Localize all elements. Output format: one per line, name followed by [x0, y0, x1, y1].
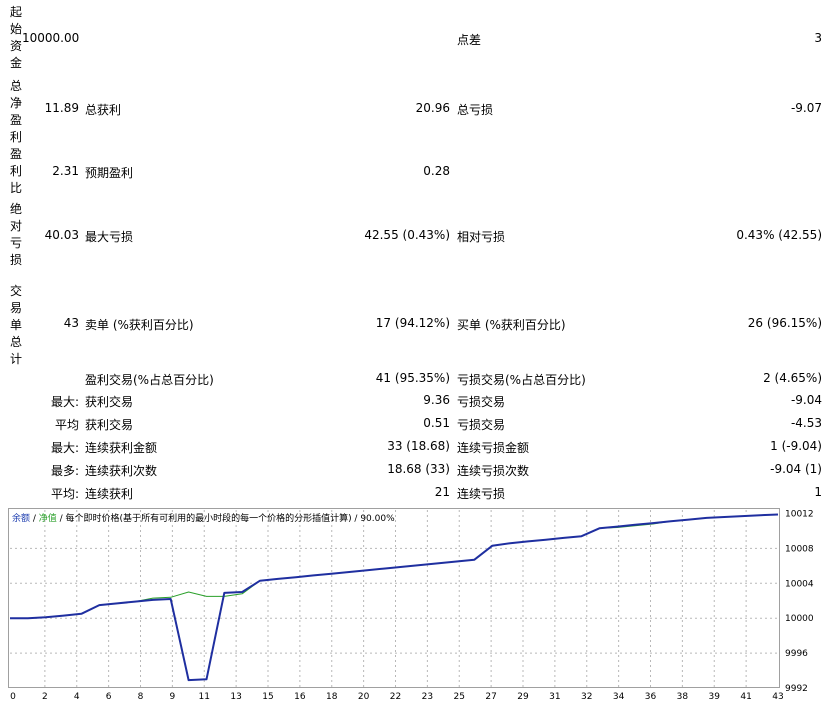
- short-positions-label: 卖单 (%获利百分比): [85, 318, 194, 332]
- x-tick-label: 11: [199, 692, 210, 702]
- max-consec-loss-amount-label: 连续亏损金额: [457, 441, 530, 455]
- avg-consec-win-label: 连续获利: [85, 487, 134, 501]
- gross-loss-label: 总亏损: [457, 103, 494, 117]
- y-tick-label: 10004: [785, 579, 814, 589]
- initial-deposit-value: 10000.00: [22, 31, 80, 45]
- largest-profit-value: 9.36: [423, 393, 450, 407]
- max-consec-amount-prefix: 最大:: [50, 441, 79, 455]
- avg-consec-prefix: 平均:: [50, 487, 79, 501]
- spread-value: 3: [814, 31, 822, 45]
- max-consec-win-count-label: 连续获利次数: [85, 464, 158, 478]
- largest-prefix: 最大:: [50, 395, 79, 409]
- avg-consec-loss-value: 1: [814, 485, 822, 499]
- max-consec-loss-count-value: -9.04 (1): [770, 462, 822, 476]
- average-loss-label: 亏损交易: [457, 418, 506, 432]
- profit-trades-value: 41 (95.35%): [375, 371, 450, 385]
- max-consec-win-count-value: 18.68 (33): [387, 462, 450, 476]
- max-consec-loss-amount-value: 1 (-9.04): [770, 439, 822, 453]
- label-total-net-profit: 总净盈利: [9, 79, 22, 144]
- gross-profit-label: 总获利: [85, 103, 122, 117]
- avg-consec-loss-label: 连续亏损: [457, 487, 506, 501]
- spread-label: 点差: [457, 33, 482, 47]
- average-profit-value: 0.51: [423, 416, 450, 430]
- label-total-trades: 交易单总计: [9, 284, 22, 366]
- x-tick-label: 34: [613, 692, 625, 702]
- x-tick-label: 9: [170, 692, 176, 702]
- x-tick-label: 29: [517, 692, 529, 702]
- expected-payoff-label: 预期盈利: [85, 166, 134, 180]
- x-tick-label: 0: [10, 692, 16, 702]
- y-tick-label: 9996: [785, 649, 808, 659]
- x-tick-label: 13: [230, 692, 241, 702]
- y-tick-label: 9992: [785, 684, 808, 694]
- legend-equity: 净值: [38, 514, 57, 524]
- average-prefix: 平均: [54, 418, 79, 432]
- x-tick-label: 36: [645, 692, 657, 702]
- profit-factor-value: 2.31: [52, 164, 79, 178]
- loss-trades-value: 2 (4.65%): [763, 371, 822, 385]
- largest-profit-label: 获利交易: [85, 395, 134, 409]
- y-tick-label: 10008: [785, 544, 814, 554]
- legend-sep: /: [30, 514, 39, 524]
- x-tick-label: 39: [709, 692, 721, 702]
- x-tick-label: 41: [740, 692, 751, 702]
- max-consec-win-amount-label: 连续获利金额: [85, 441, 158, 455]
- label-profit-factor: 盈利比: [9, 147, 22, 195]
- y-tick-label: 10000: [785, 614, 814, 624]
- x-tick-label: 32: [581, 692, 592, 702]
- average-loss-value: -4.53: [790, 416, 822, 430]
- short-positions-value: 17 (94.12%): [375, 316, 450, 330]
- largest-loss-value: -9.04: [790, 393, 822, 407]
- max-consec-win-amount-value: 33 (18.68): [387, 439, 450, 453]
- gross-profit-value: 20.96: [415, 101, 450, 115]
- max-consec-loss-count-label: 连续亏损次数: [457, 464, 530, 478]
- x-tick-label: 25: [454, 692, 465, 702]
- x-tick-label: 27: [485, 692, 496, 702]
- x-tick-label: 2: [42, 692, 48, 702]
- legend-description: / 每个即时价格(基于所有可利用的最小时段的每一个价格的分形插值计算) / 90…: [56, 514, 395, 524]
- profit-trades-label: 盈利交易(%占总百分比): [85, 373, 214, 387]
- x-tick-label: 8: [138, 692, 144, 702]
- max-consec-count-prefix: 最多:: [50, 464, 79, 478]
- x-tick-label: 16: [294, 692, 306, 702]
- x-tick-label: 23: [422, 692, 433, 702]
- maximal-drawdown-label: 最大亏损: [85, 230, 134, 244]
- total-trades-value: 43: [63, 316, 79, 330]
- legend-balance: 余额: [12, 514, 31, 524]
- maximal-drawdown-value: 42.55 (0.43%): [364, 228, 450, 242]
- x-tick-label: 22: [390, 692, 401, 702]
- long-positions-label: 买单 (%获利百分比): [457, 318, 566, 332]
- x-tick-label: 43: [772, 692, 783, 702]
- x-tick-label: 15: [262, 692, 273, 702]
- x-tick-label: 20: [358, 692, 370, 702]
- largest-loss-label: 亏损交易: [457, 395, 506, 409]
- x-tick-label: 4: [74, 692, 80, 702]
- x-tick-label: 6: [106, 692, 112, 702]
- avg-consec-win-value: 21: [434, 485, 450, 499]
- gross-loss-value: -9.07: [790, 101, 822, 115]
- average-profit-label: 获利交易: [85, 418, 134, 432]
- chart-legend: 余额 / 净值 / 每个即时价格(基于所有可利用的最小时段的每一个价格的分形插值…: [12, 511, 395, 524]
- loss-trades-label: 亏损交易(%占总百分比): [457, 373, 586, 387]
- balance-chart-frame: [8, 508, 780, 688]
- x-tick-label: 31: [549, 692, 560, 702]
- label-absolute-drawdown: 绝对亏损: [9, 202, 22, 267]
- label-initial-deposit: 起始资金: [9, 5, 22, 70]
- long-positions-value: 26 (96.15%): [747, 316, 822, 330]
- y-tick-label: 10012: [785, 509, 814, 519]
- total-net-profit-value: 11.89: [44, 101, 79, 115]
- x-tick-label: 18: [326, 692, 338, 702]
- expected-payoff-value: 0.28: [423, 164, 450, 178]
- relative-drawdown-value: 0.43% (42.55): [736, 228, 822, 242]
- x-tick-label: 38: [677, 692, 689, 702]
- relative-drawdown-label: 相对亏损: [457, 230, 506, 244]
- absolute-drawdown-value: 40.03: [44, 228, 79, 242]
